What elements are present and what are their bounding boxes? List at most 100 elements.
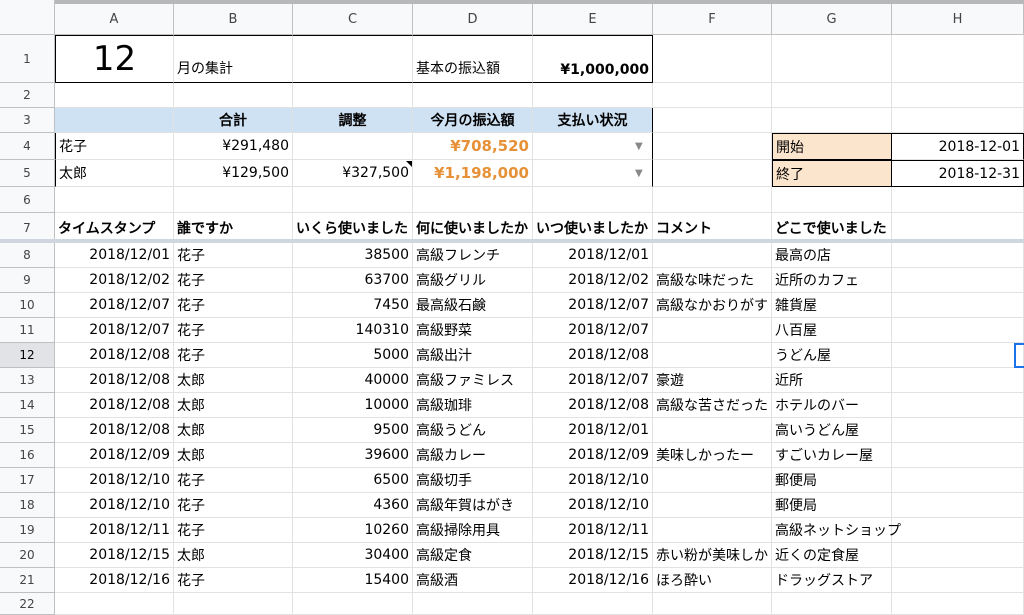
row-header-4[interactable]: 4 bbox=[0, 133, 55, 160]
grid-cell[interactable] bbox=[772, 83, 892, 108]
grid-cell[interactable] bbox=[892, 468, 1024, 493]
amount-cell[interactable]: 10260 bbox=[293, 518, 413, 543]
item-cell[interactable]: 高級グリル bbox=[413, 268, 533, 293]
person-transfer[interactable]: ¥708,520 bbox=[413, 133, 533, 160]
grid-cell[interactable] bbox=[293, 35, 413, 83]
grid-cell[interactable] bbox=[892, 518, 1024, 543]
start-label[interactable]: 開始 bbox=[772, 133, 892, 160]
grid-cell[interactable] bbox=[174, 593, 293, 615]
row-header-15[interactable]: 15 bbox=[0, 418, 55, 443]
comment-cell[interactable]: ほろ酔い bbox=[653, 568, 772, 593]
comment-cell[interactable]: 高級な苦さだった bbox=[653, 393, 772, 418]
grid-cell[interactable] bbox=[55, 593, 174, 615]
grid-cell[interactable] bbox=[892, 83, 1024, 108]
row-header-11[interactable]: 11 bbox=[0, 318, 55, 343]
grid-cell[interactable] bbox=[772, 187, 892, 213]
item-cell[interactable]: 高級出汁 bbox=[413, 343, 533, 368]
summary-header-3[interactable]: 今月の振込額 bbox=[413, 108, 533, 133]
item-cell[interactable]: 高級野菜 bbox=[413, 318, 533, 343]
place-cell[interactable]: ホテルのバー bbox=[772, 393, 892, 418]
amount-cell[interactable]: 63700 bbox=[293, 268, 413, 293]
timestamp-cell[interactable]: 2018/12/08 bbox=[55, 393, 174, 418]
place-cell[interactable]: 近くの定食屋 bbox=[772, 543, 892, 568]
place-cell[interactable]: 高いうどん屋 bbox=[772, 418, 892, 443]
grid-cell[interactable] bbox=[533, 593, 653, 615]
row-header-3[interactable]: 3 bbox=[0, 108, 55, 133]
date-cell[interactable]: 2018/12/09 bbox=[533, 443, 653, 468]
person-name[interactable]: 太郎 bbox=[55, 160, 174, 187]
date-cell[interactable]: 2018/12/08 bbox=[533, 343, 653, 368]
comment-cell[interactable] bbox=[653, 493, 772, 518]
place-cell[interactable]: すごいカレー屋 bbox=[772, 443, 892, 468]
item-cell[interactable]: 高級珈琲 bbox=[413, 393, 533, 418]
grid-cell[interactable] bbox=[653, 160, 772, 187]
row-header-2[interactable]: 2 bbox=[0, 83, 55, 108]
column-header-e[interactable]: E bbox=[533, 4, 653, 35]
column-header-f[interactable]: F bbox=[653, 4, 772, 35]
place-cell[interactable]: 高級ネットショップ bbox=[772, 518, 901, 543]
grid-cell[interactable] bbox=[174, 187, 293, 213]
grid-cell[interactable] bbox=[892, 368, 1024, 393]
start-date[interactable]: 2018-12-01 bbox=[892, 133, 1024, 160]
row-header-19[interactable]: 19 bbox=[0, 518, 55, 543]
amount-cell[interactable]: 7450 bbox=[293, 293, 413, 318]
place-cell[interactable]: 近所 bbox=[772, 368, 892, 393]
row-header-9[interactable]: 9 bbox=[0, 268, 55, 293]
who-cell[interactable]: 花子 bbox=[174, 568, 293, 593]
comment-cell[interactable] bbox=[653, 468, 772, 493]
grid-cell[interactable] bbox=[892, 293, 1024, 318]
comment-cell[interactable]: 赤い粉が美味しか bbox=[653, 543, 772, 568]
item-cell[interactable]: 高級年賀はがき bbox=[413, 493, 533, 518]
grid-cell[interactable] bbox=[293, 83, 413, 108]
place-cell[interactable]: 最高の店 bbox=[772, 243, 892, 268]
amount-cell[interactable]: 4360 bbox=[293, 493, 413, 518]
grid-cell[interactable] bbox=[413, 187, 533, 213]
grid-cell[interactable] bbox=[892, 568, 1024, 593]
grid-cell[interactable] bbox=[892, 187, 1024, 213]
row-header-6[interactable]: 6 bbox=[0, 187, 55, 213]
row-header-20[interactable]: 20 bbox=[0, 543, 55, 568]
person-transfer[interactable]: ¥1,198,000 bbox=[413, 160, 533, 187]
who-cell[interactable]: 太郎 bbox=[174, 443, 293, 468]
amount-cell[interactable]: 30400 bbox=[293, 543, 413, 568]
item-cell[interactable]: 最高級石鹸 bbox=[413, 293, 533, 318]
base-transfer-label[interactable]: 基本の振込額 bbox=[413, 35, 533, 83]
grid-cell[interactable] bbox=[653, 187, 772, 213]
comment-cell[interactable] bbox=[653, 343, 772, 368]
grid-cell[interactable] bbox=[55, 83, 174, 108]
comment-indicator[interactable] bbox=[406, 161, 412, 167]
place-cell[interactable]: うどん屋 bbox=[772, 343, 892, 368]
who-cell[interactable]: 花子 bbox=[174, 318, 293, 343]
grid-cell[interactable] bbox=[55, 187, 174, 213]
who-cell[interactable]: 太郎 bbox=[174, 393, 293, 418]
amount-cell[interactable]: 15400 bbox=[293, 568, 413, 593]
row-header-18[interactable]: 18 bbox=[0, 493, 55, 518]
who-cell[interactable]: 花子 bbox=[174, 268, 293, 293]
column-header-g[interactable]: G bbox=[772, 4, 892, 35]
place-cell[interactable]: 近所のカフェ bbox=[772, 268, 892, 293]
item-cell[interactable]: 高級うどん bbox=[413, 418, 533, 443]
grid-cell[interactable] bbox=[892, 393, 1024, 418]
who-cell[interactable]: 花子 bbox=[174, 518, 293, 543]
grid-cell[interactable] bbox=[892, 543, 1024, 568]
grid-cell[interactable] bbox=[892, 443, 1024, 468]
select-all-corner[interactable] bbox=[0, 0, 55, 35]
grid-cell[interactable] bbox=[653, 593, 772, 615]
month-label[interactable]: 月の集計 bbox=[174, 35, 293, 83]
chevron-down-icon[interactable]: ▼ bbox=[635, 168, 643, 179]
grid-cell[interactable] bbox=[772, 108, 892, 133]
amount-cell[interactable]: 9500 bbox=[293, 418, 413, 443]
base-transfer-value[interactable]: ¥1,000,000 bbox=[533, 35, 653, 83]
grid-cell[interactable] bbox=[533, 83, 653, 108]
date-cell[interactable]: 2018/12/15 bbox=[533, 543, 653, 568]
place-cell[interactable]: 郵便局 bbox=[772, 493, 892, 518]
comment-cell[interactable]: 高級な味だった bbox=[653, 268, 772, 293]
timestamp-cell[interactable]: 2018/12/09 bbox=[55, 443, 174, 468]
comment-cell[interactable] bbox=[653, 418, 772, 443]
date-cell[interactable]: 2018/12/07 bbox=[533, 318, 653, 343]
timestamp-cell[interactable]: 2018/12/08 bbox=[55, 343, 174, 368]
grid-cell[interactable] bbox=[892, 243, 1024, 268]
comment-cell[interactable] bbox=[653, 518, 772, 543]
amount-cell[interactable]: 38500 bbox=[293, 243, 413, 268]
grid-cell[interactable] bbox=[772, 593, 892, 615]
